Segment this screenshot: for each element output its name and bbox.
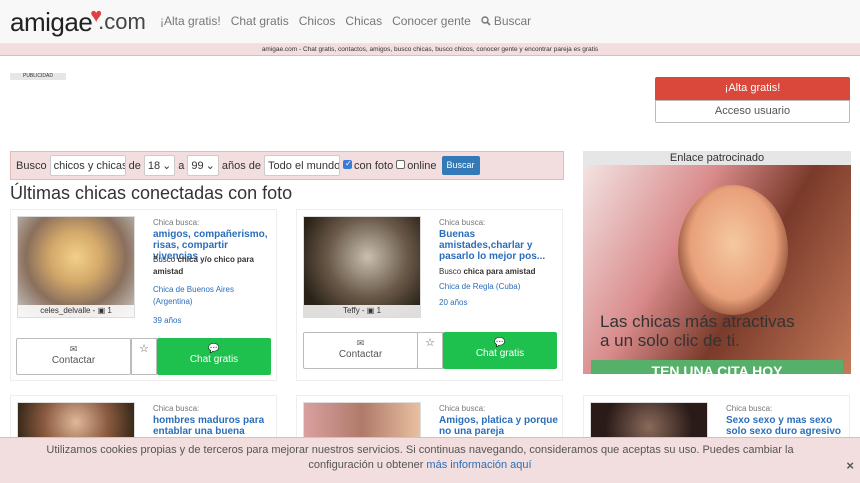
nav-links: ¡Alta gratis! Chat gratis Chicos Chicas …: [160, 14, 531, 28]
busca-label: Chica busca:: [726, 404, 773, 413]
logo-domain: .com: [98, 9, 146, 34]
star-icon: ☆: [425, 337, 435, 349]
con-foto-checkbox[interactable]: con foto: [343, 159, 394, 172]
lugar-select[interactable]: Todo el mundo⌄: [264, 155, 341, 176]
edad-max-select[interactable]: 99 ⌄: [187, 155, 219, 176]
model-photo: [678, 185, 788, 315]
nav-chicos[interactable]: Chicos: [299, 14, 336, 28]
profile-photo[interactable]: celes_delvalle - ▣ 1: [17, 216, 135, 318]
nav-chicas[interactable]: Chicas: [345, 14, 382, 28]
contactar-button[interactable]: ✉ Contactar: [303, 332, 418, 369]
busca-label: Chica busca:: [153, 218, 200, 227]
anos-de-label: años de: [221, 159, 262, 172]
edad-min-select[interactable]: 18 ⌄: [143, 155, 176, 176]
favorite-button[interactable]: ☆: [131, 338, 157, 375]
envelope-icon: ✉: [356, 338, 365, 348]
photo-caption: celes_delvalle - ▣ 1: [18, 305, 134, 317]
busca-label: Chica busca:: [153, 404, 200, 413]
de-label: de: [128, 159, 141, 172]
nav-conocer-gente[interactable]: Conocer gente: [392, 14, 471, 28]
sponsor-cta-button[interactable]: TEN UNA CITA HOY: [591, 360, 843, 374]
camera-icon: ▣: [97, 306, 106, 315]
acceso-usuario-button[interactable]: Acceso usuario: [655, 100, 850, 123]
cookie-banner: Utilizamos cookies propias y de terceros…: [0, 437, 860, 483]
cookie-more-link[interactable]: más información aquí: [426, 459, 531, 471]
busca-label: Chica busca:: [439, 404, 486, 413]
nav-chat-gratis[interactable]: Chat gratis: [231, 14, 289, 28]
alta-gratis-button[interactable]: ¡Alta gratis!: [655, 77, 850, 100]
profile-card: celes_delvalle - ▣ 1 Chica busca: amigos…: [10, 209, 277, 381]
sponsor-photo: Las chicas más atractivas a un solo clic…: [583, 165, 851, 374]
contactar-button[interactable]: ✉ Contactar: [16, 338, 131, 375]
profile-title[interactable]: Buenas amistades,charlar y pasarlo lo me…: [439, 229, 549, 262]
a-label: a: [178, 159, 185, 172]
tagline: amigae.com - Chat gratis, contactos, ami…: [0, 44, 860, 56]
photo-caption: Teffy - ▣ 1: [304, 305, 420, 317]
profile-photo[interactable]: Teffy - ▣ 1: [303, 216, 421, 318]
profile-card: Teffy - ▣ 1 Chica busca: Buenas amistade…: [296, 209, 563, 381]
online-label: online: [407, 159, 437, 172]
profile-age: 20 años: [439, 298, 468, 307]
logo-text: amigae: [10, 6, 93, 37]
profile-looking-for: Busco chica para amistad: [439, 267, 536, 276]
chat-icon: 💬: [494, 337, 506, 347]
profile-location[interactable]: Chica de Regla (Cuba): [439, 281, 559, 293]
buscar-button[interactable]: Buscar: [441, 156, 480, 175]
chat-icon: 💬: [208, 343, 220, 353]
checkbox-icon: [396, 159, 406, 169]
chat-gratis-button[interactable]: 💬 Chat gratis: [443, 332, 557, 369]
favorite-button[interactable]: ☆: [417, 332, 443, 369]
profile-looking-for: Busco chica y/o chico para amistad: [153, 255, 254, 276]
busca-label: Chica busca:: [439, 218, 486, 227]
cookie-text: Utilizamos cookies propias y de terceros…: [46, 444, 794, 471]
publicidad-label: PUBLICIDAD: [10, 73, 66, 80]
nav-alta-gratis[interactable]: ¡Alta gratis!: [160, 14, 221, 28]
chevron-down-icon: ⌄: [162, 160, 172, 172]
sponsor-headline-2: a un solo clic de ti.: [600, 331, 740, 350]
star-icon: ☆: [139, 343, 149, 355]
close-icon[interactable]: ×: [846, 458, 854, 473]
profile-location[interactable]: Chica de Buenos Aires (Argentina): [153, 284, 273, 308]
site-logo[interactable]: amigae ♥ .com: [10, 5, 146, 39]
profile-title[interactable]: hombres maduros para entablar una buena: [153, 415, 273, 437]
checkbox-checked-icon: [343, 159, 353, 169]
con-foto-label: con foto: [354, 159, 394, 172]
profile-title[interactable]: Amigos, platica y porque no una pareja: [439, 415, 559, 437]
profile-title[interactable]: Sexo sexo y mas sexo solo sexo duro agre…: [726, 415, 846, 437]
section-title: Últimas chicas conectadas con foto: [10, 183, 293, 203]
camera-icon: ▣: [366, 306, 375, 315]
chevron-down-icon: ⌄: [205, 160, 215, 172]
sexo-select[interactable]: chicos y chicas⌄: [49, 155, 126, 176]
online-checkbox[interactable]: online: [396, 159, 437, 172]
search-icon: [481, 16, 491, 26]
sponsored-ad[interactable]: Enlace patrocinado Las chicas más atract…: [583, 151, 851, 374]
nav-buscar[interactable]: Buscar: [481, 14, 531, 28]
profile-age: 39 años: [153, 316, 182, 325]
nav-buscar-label: Buscar: [493, 14, 532, 28]
sponsor-headline-1: Las chicas más atractivas: [600, 312, 795, 331]
chat-gratis-button[interactable]: 💬 Chat gratis: [157, 338, 271, 375]
envelope-icon: ✉: [69, 344, 78, 354]
search-bar: Busco chicos y chicas⌄ de 18⌄ a 99⌄ años…: [10, 151, 564, 180]
busco-label: Busco: [16, 159, 47, 172]
sponsor-label: Enlace patrocinado: [583, 151, 851, 165]
top-navbar: amigae ♥ .com ¡Alta gratis! Chat gratis …: [0, 0, 860, 44]
